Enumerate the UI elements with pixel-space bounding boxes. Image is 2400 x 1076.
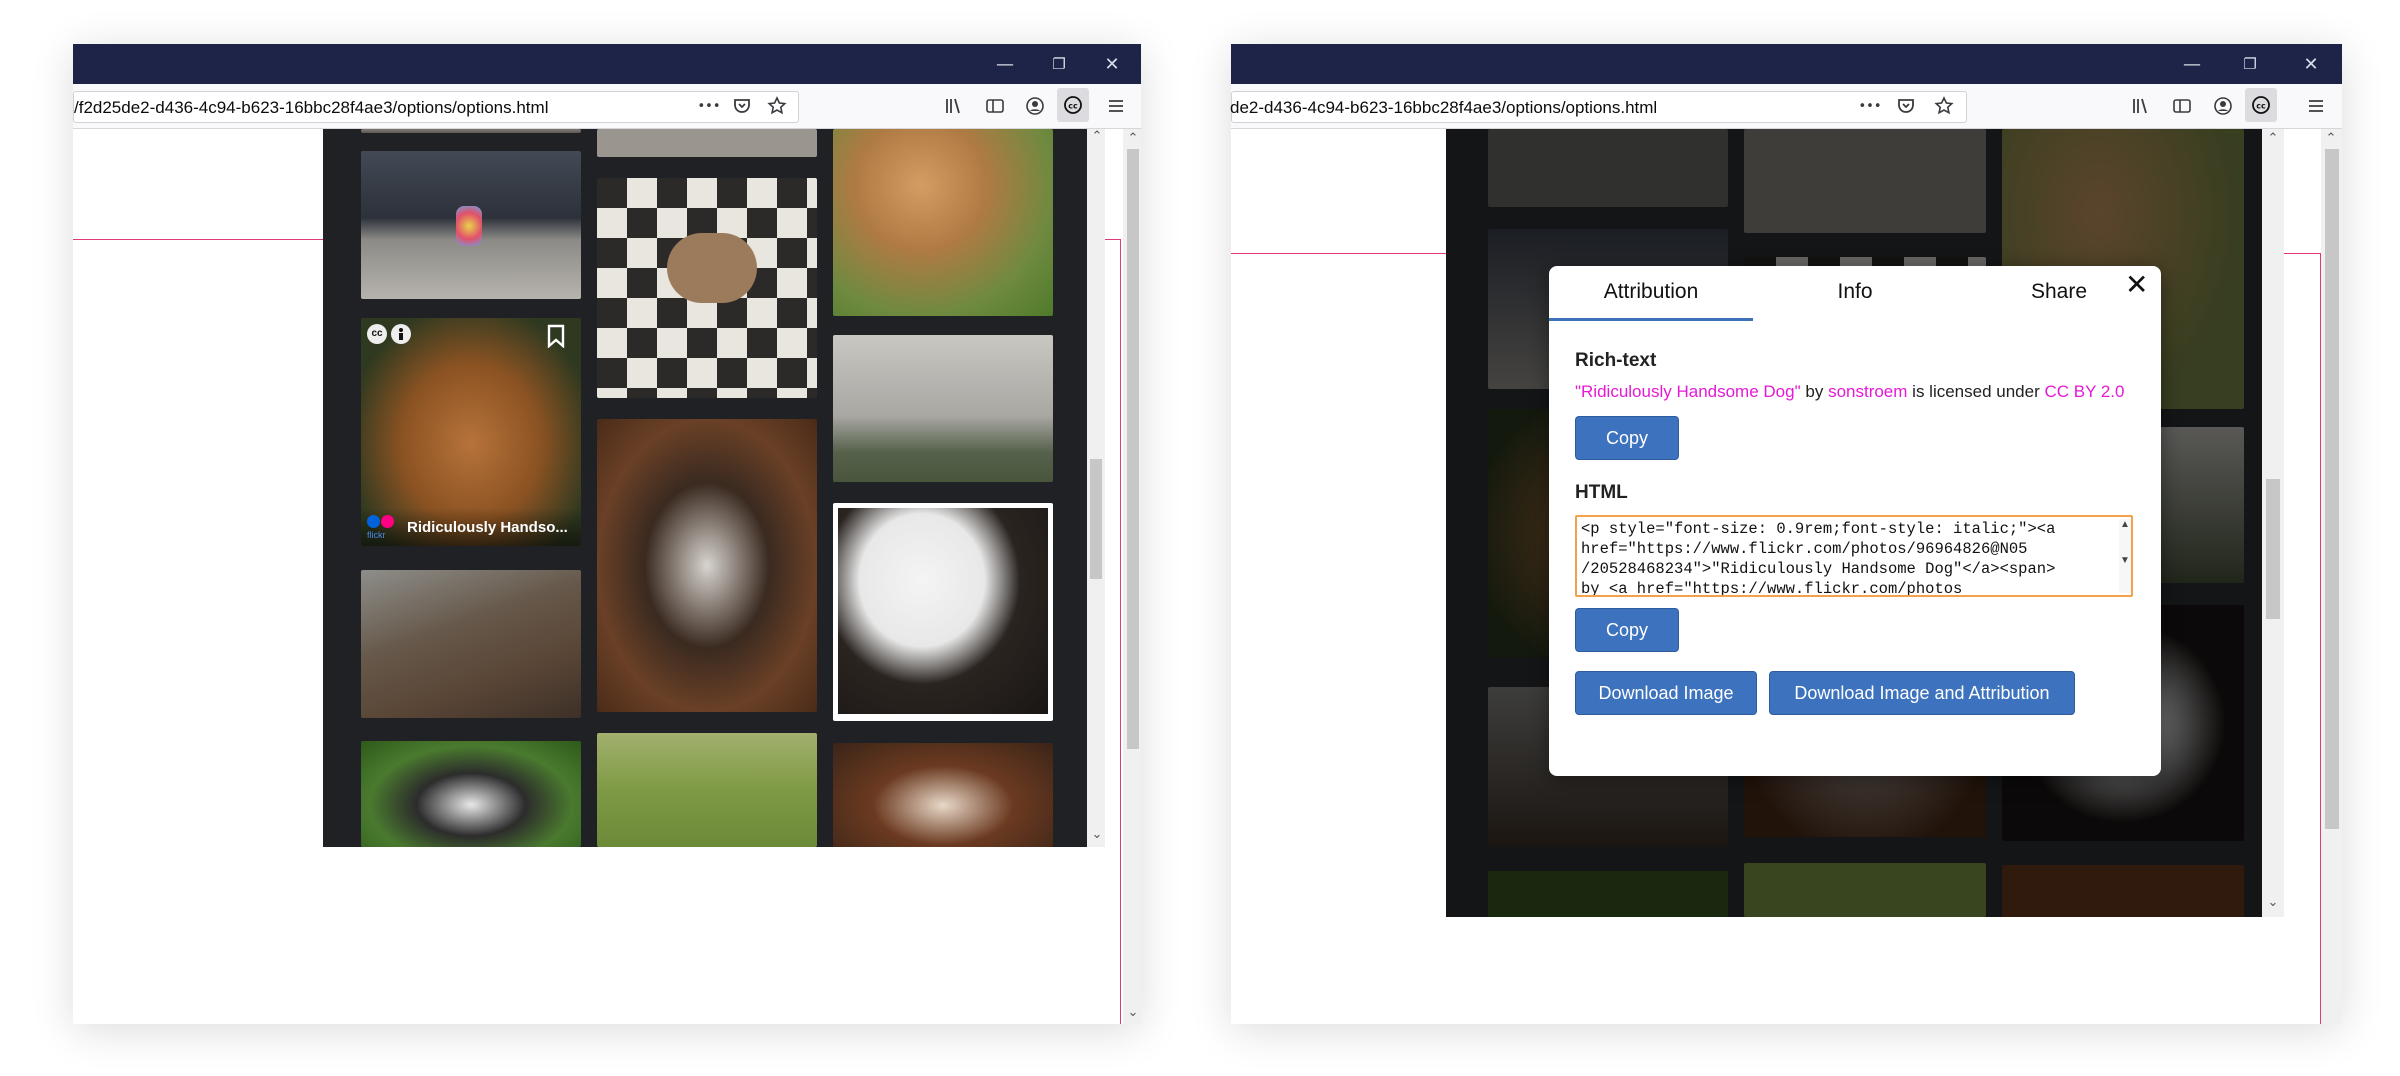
download-image-button[interactable]: Download Image [1575,671,1757,715]
popup-scrollbar[interactable]: ⌃ ⌄ [1087,129,1105,847]
url-text: de2-d436-4c94-b623-16bbc28f4ae3/options/… [1230,98,1658,117]
attribution-modal: Attribution Info Share ✕ Rich-text "Ridi… [1549,266,2161,776]
page-scroll-thumb[interactable] [2325,149,2339,829]
cc-extension-icon[interactable]: cc [1057,88,1089,122]
page-content: ⌃ ⌄ cc flickr Ridiculously Handso... ⌃ ⌄ [73,129,1141,1024]
photo-card[interactable] [361,570,581,718]
extension-popup-gallery: Attribution Info Share ✕ Rich-text "Ridi… [1446,129,2262,917]
tab-attribution[interactable]: Attribution [1549,266,1753,321]
library-icon[interactable] [2128,92,2154,120]
photo-card[interactable] [833,335,1053,482]
popup-scrollbar[interactable]: ⌃ ⌄ [2262,129,2284,917]
navigation-toolbar: de2-d436-4c94-b623-16bbc28f4ae3/options/… [1230,84,2342,129]
rich-text-attribution: "Ridiculously Handsome Dog" by sonstroem… [1575,382,2125,402]
popup-scroll-down[interactable]: ⌄ [2263,895,2283,910]
popup-scroll-down[interactable]: ⌄ [1087,827,1107,842]
photo-card-hovered[interactable]: cc flickr Ridiculously Handso... [361,318,581,546]
author-link[interactable]: sonstroem [1828,382,1907,401]
popup-scroll-thumb[interactable] [2266,479,2280,619]
download-image-attribution-button[interactable]: Download Image and Attribution [1769,671,2075,715]
bookmark-star-icon[interactable] [1931,92,1957,120]
extension-popup-gallery: cc flickr Ridiculously Handso... [323,129,1087,847]
page-scrollbar[interactable]: ⌃ [2321,129,2342,1024]
close-icon[interactable]: ✕ [2125,268,2148,301]
menu-icon[interactable] [2303,92,2329,120]
popup-scroll-thumb[interactable] [1090,459,1102,579]
page-scrollbar[interactable]: ⌃ ⌄ [1123,129,1141,1024]
page-actions-icon[interactable]: ••• [696,92,722,120]
page-content: ⌃ Attribution Info Share ✕ Rich-text "Ri… [1231,129,2342,1024]
textarea-scroll-down-icon[interactable]: ▼ [2120,555,2130,566]
license-link[interactable]: CC BY 2.0 [2044,382,2124,401]
licensed-text: is licensed under [1912,382,2040,401]
flickr-logo-icon [367,515,395,529]
flickr-label: flickr [367,530,386,540]
rich-text-heading: Rich-text [1575,350,1657,371]
photo-card[interactable] [361,151,581,299]
photo-title: Ridiculously Handso... [407,519,568,536]
navigation-toolbar: /f2d25de2-d436-4c94-b623-16bbc28f4ae3/op… [73,84,1141,129]
browser-window-left: — ❐ ✕ /f2d25de2-d436-4c94-b623-16bbc28f4… [73,44,1141,1024]
popup-scroll-up[interactable]: ⌃ [1087,129,1107,144]
photo-card[interactable] [597,733,817,847]
minimize-button[interactable]: — [980,44,1030,84]
page-scroll-down[interactable]: ⌄ [1123,1005,1141,1020]
photo-card-selected[interactable] [833,503,1053,721]
sidebar-icon[interactable] [982,92,1008,120]
page-edge-line [1120,239,1121,1024]
photo-title-link[interactable]: "Ridiculously Handsome Dog" [1575,382,1801,401]
html-heading: HTML [1575,482,1628,503]
url-bar[interactable]: /f2d25de2-d436-4c94-b623-16bbc28f4ae3/op… [73,91,799,123]
close-window-button[interactable]: ✕ [1087,44,1137,84]
title-bar: — ❐ ✕ [73,44,1141,84]
photo-card[interactable] [597,419,817,712]
photo-card[interactable] [597,178,817,398]
library-icon[interactable] [941,92,967,120]
html-code-textarea[interactable]: <p style="font-size: 0.9rem;font-style: … [1575,515,2133,597]
photo-card[interactable] [833,129,1053,316]
close-window-button[interactable]: ✕ [2286,44,2336,84]
photo-card[interactable] [833,743,1053,847]
by-text: by [1805,382,1824,401]
page-actions-icon[interactable]: ••• [1857,92,1883,120]
bookmark-icon[interactable] [545,324,567,349]
page-scroll-thumb[interactable] [1127,149,1139,749]
title-bar: — ❐ ✕ [1231,44,2342,84]
svg-text:cc: cc [1068,102,1078,111]
url-bar[interactable]: de2-d436-4c94-b623-16bbc28f4ae3/options/… [1230,91,1967,123]
attribution-badge-icon [391,324,411,344]
copy-rich-text-button[interactable]: Copy [1575,416,1679,460]
pocket-icon[interactable] [729,92,755,120]
photo-card[interactable] [361,741,581,847]
page-scroll-up[interactable]: ⌃ [2321,131,2341,146]
photo-card[interactable] [361,129,581,133]
cc-badge-icon: cc [367,324,387,344]
popup-scroll-up[interactable]: ⌃ [2263,131,2283,146]
url-text: /f2d25de2-d436-4c94-b623-16bbc28f4ae3/op… [74,98,549,117]
cc-extension-icon[interactable]: cc [2245,88,2277,122]
textarea-scrollbar[interactable]: ▲ ▼ [2119,519,2131,593]
account-icon[interactable] [1022,92,1048,120]
restore-button[interactable]: ❐ [1034,44,1084,84]
menu-icon[interactable] [1103,92,1129,120]
tab-info[interactable]: Info [1753,266,1957,318]
account-icon[interactable] [2210,92,2236,120]
minimize-button[interactable]: — [2167,44,2217,84]
copy-html-button[interactable]: Copy [1575,608,1679,652]
bookmark-star-icon[interactable] [764,92,790,120]
pocket-icon[interactable] [1893,92,1919,120]
textarea-scroll-up-icon[interactable]: ▲ [2120,519,2130,530]
sidebar-icon[interactable] [2169,92,2195,120]
svg-text:cc: cc [2256,102,2266,111]
page-scroll-up[interactable]: ⌃ [1123,131,1141,146]
photo-card[interactable] [597,129,817,157]
browser-window-right: — ❐ ✕ de2-d436-4c94-b623-16bbc28f4ae3/op… [1230,44,2342,1024]
restore-button[interactable]: ❐ [2225,44,2275,84]
